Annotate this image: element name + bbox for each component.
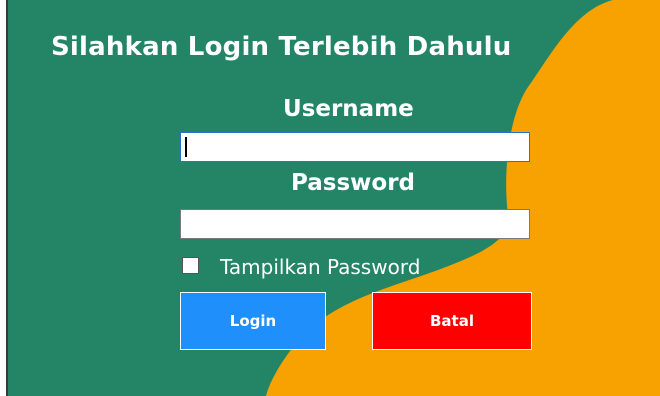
login-button[interactable]: Login xyxy=(180,292,326,350)
password-label: Password xyxy=(291,170,415,196)
show-password-checkbox[interactable] xyxy=(182,257,199,274)
show-password-label[interactable]: Tampilkan Password xyxy=(220,255,420,279)
password-input[interactable] xyxy=(180,209,530,239)
login-window: Silahkan Login Terlebih Dahulu Username … xyxy=(0,0,660,396)
page-title: Silahkan Login Terlebih Dahulu xyxy=(51,32,512,62)
username-label: Username xyxy=(283,96,414,122)
username-input[interactable] xyxy=(180,132,530,162)
cancel-button[interactable]: Batal xyxy=(372,292,532,350)
text-cursor xyxy=(185,137,187,157)
